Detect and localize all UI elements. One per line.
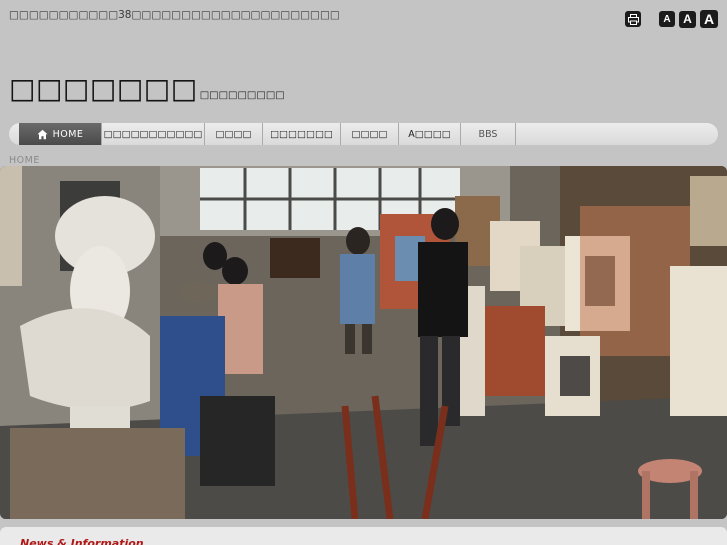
nav-item-5[interactable]: □□□□ — [341, 123, 399, 145]
logo-main-text: □□□□□□□ — [9, 72, 198, 105]
news-title: News & Information — [20, 537, 144, 545]
site-logo[interactable]: □□□□□□□ □□□□□□□□□ — [9, 72, 285, 105]
nav-item-bbs[interactable]: BBS — [461, 123, 516, 145]
nav-item-label: A□□□□ — [408, 128, 451, 140]
logo-sub-text: □□□□□□□□□ — [199, 90, 285, 101]
hero-photo — [0, 166, 727, 519]
main-nav: HOME □□□□□□□□□□□ □□□□ □□□□□□□ □□□□ A□□□□… — [9, 123, 718, 145]
news-panel: News & Information — [0, 527, 727, 545]
font-size-medium-button[interactable]: A — [679, 10, 696, 28]
nav-item-label: □□□□ — [351, 128, 388, 140]
nav-item-label: HOME — [52, 128, 84, 140]
nav-item-home[interactable]: HOME — [19, 123, 102, 145]
page-tools: A A A — [621, 10, 718, 28]
font-size-small-button[interactable]: A — [659, 11, 675, 27]
nav-item-label: □□□□□□□ — [270, 128, 333, 140]
nav-item-2[interactable]: □□□□□□□□□□□ — [102, 123, 205, 145]
font-size-large-button[interactable]: A — [700, 10, 718, 28]
nav-item-3[interactable]: □□□□ — [205, 123, 263, 145]
nav-item-4[interactable]: □□□□□□□ — [263, 123, 341, 145]
nav-item-label: BBS — [478, 128, 498, 140]
site-tagline: □□□□□□□□□□□38□□□□□□□□□□□□□□□□□□□□□ — [9, 9, 340, 21]
printer-icon[interactable] — [625, 11, 641, 27]
breadcrumb[interactable]: HOME — [9, 155, 40, 166]
home-icon — [37, 129, 48, 139]
nav-item-label: □□□□□□□□□□□ — [103, 128, 203, 140]
nav-item-label: □□□□ — [215, 128, 252, 140]
nav-item-6[interactable]: A□□□□ — [399, 123, 461, 145]
